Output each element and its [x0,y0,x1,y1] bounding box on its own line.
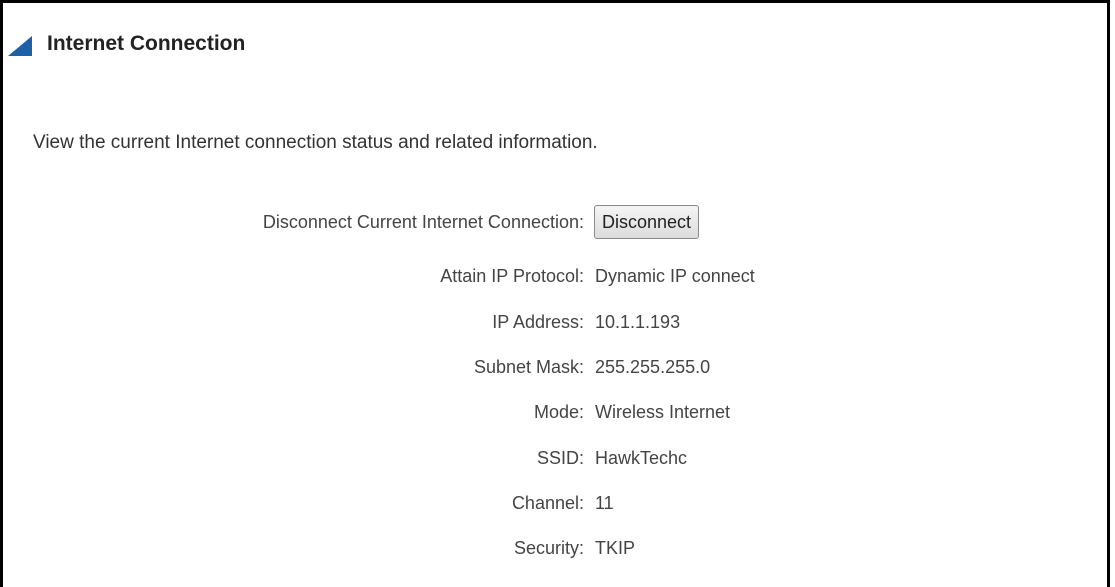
channel-row: Channel: 11 [0,488,1100,518]
channel-label: Channel: [511,492,584,513]
channel-value: 11 [595,492,614,513]
ssid-value: HawkTechc [595,447,688,468]
ip-address-label: IP Address: [492,311,584,332]
security-row: Security: TKIP [0,533,1100,563]
section-header: Internet Connection [8,28,245,60]
disconnect-label: Disconnect Current Internet Connection: [262,211,584,232]
mode-value: Wireless Internet [595,401,731,422]
subnet-mask-value: 255.255.255.0 [595,356,711,377]
page-title: Internet Connection [47,32,246,55]
ip-address-row: IP Address: 10.1.1.193 [0,307,1100,337]
ssid-row: SSID: HawkTechc [0,443,1100,473]
security-value: TKIP [595,537,636,558]
attain-ip-protocol-value: Dynamic IP connect [595,265,755,286]
header-triangle-icon [8,36,32,56]
attain-ip-protocol-label: Attain IP Protocol: [440,265,584,286]
security-label: Security: [513,537,584,558]
attain-ip-protocol-row: Attain IP Protocol: Dynamic IP connect [0,261,1100,291]
ssid-label: SSID: [536,447,584,468]
ip-address-value: 10.1.1.193 [595,311,681,332]
disconnect-row: Disconnect Current Internet Connection: … [0,205,1100,239]
mode-label: Mode: [533,401,584,422]
subnet-mask-label: Subnet Mask: [473,356,584,377]
mode-row: Mode: Wireless Internet [0,397,1100,427]
subnet-mask-row: Subnet Mask: 255.255.255.0 [0,352,1100,382]
disconnect-button[interactable]: Disconnect [594,205,700,239]
page-description: View the current Internet connection sta… [33,132,598,153]
